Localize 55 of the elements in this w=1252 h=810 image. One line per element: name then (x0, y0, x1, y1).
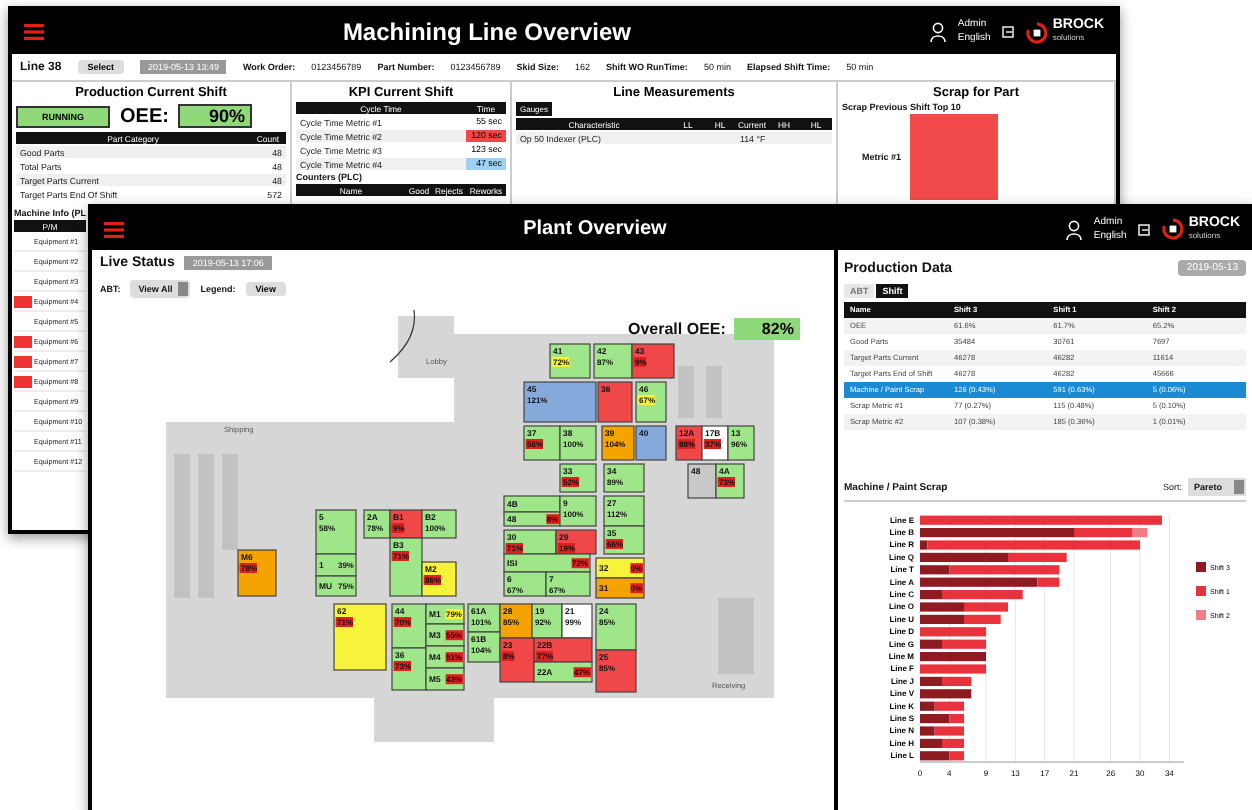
map-zone[interactable] (603, 463, 645, 493)
map-zone[interactable] (363, 509, 391, 539)
logo-icon (1162, 218, 1185, 240)
map-zone[interactable] (503, 511, 561, 527)
map-zone[interactable] (603, 495, 645, 527)
map-zone[interactable] (545, 571, 591, 597)
user-icon[interactable] (929, 22, 946, 42)
map-zone[interactable] (315, 553, 357, 577)
menu-icon[interactable] (104, 221, 124, 237)
map-zone[interactable] (559, 425, 597, 461)
scrap-bar (909, 114, 998, 200)
map-zone[interactable] (595, 577, 645, 599)
map-zone[interactable] (559, 463, 597, 493)
map-zone[interactable] (531, 603, 563, 639)
map-zone[interactable] (503, 529, 557, 555)
map-zone[interactable] (549, 343, 591, 379)
storage-rack (678, 366, 694, 418)
map-zone[interactable] (533, 661, 593, 683)
window-title: Plant Overview (521, 218, 669, 240)
map-zone[interactable] (467, 603, 501, 633)
map-zone[interactable] (503, 553, 591, 573)
map-zone[interactable] (315, 575, 357, 597)
map-zone[interactable] (237, 549, 277, 597)
map-zone[interactable] (715, 463, 745, 499)
oee-value: 90% (178, 104, 253, 128)
map-zone[interactable] (559, 495, 597, 527)
map-zone[interactable] (593, 343, 633, 379)
oee-label: Overall OEE: (628, 320, 726, 338)
logout-icon[interactable] (1002, 26, 1015, 38)
door-arc (389, 309, 416, 363)
map-zone[interactable] (523, 425, 561, 461)
map-zone[interactable] (391, 603, 427, 649)
map-zone[interactable] (389, 537, 423, 597)
map-zone[interactable] (391, 647, 427, 691)
logout-icon[interactable] (1138, 223, 1151, 235)
map-zone[interactable] (701, 425, 729, 461)
map-zone[interactable] (561, 603, 593, 639)
window-title: Machining Line Overview (340, 18, 633, 46)
storage-rack (222, 454, 238, 550)
map-zone[interactable] (727, 425, 755, 461)
map-zone[interactable] (603, 525, 645, 555)
oee-value: 82% (733, 318, 800, 340)
logo-icon (1026, 21, 1049, 43)
menu-icon[interactable] (24, 24, 44, 40)
map-zone[interactable] (421, 561, 457, 597)
map-zone[interactable] (467, 631, 501, 663)
map-zone[interactable] (601, 425, 635, 461)
oee-label: OEE: (120, 105, 169, 127)
map-zone[interactable] (503, 571, 547, 597)
map-zone[interactable] (499, 603, 533, 639)
map-zone[interactable] (635, 381, 667, 423)
map-zone[interactable] (421, 509, 457, 539)
user-icon[interactable] (1065, 219, 1082, 239)
map-zone[interactable] (595, 557, 645, 579)
map-zone[interactable] (425, 623, 465, 647)
